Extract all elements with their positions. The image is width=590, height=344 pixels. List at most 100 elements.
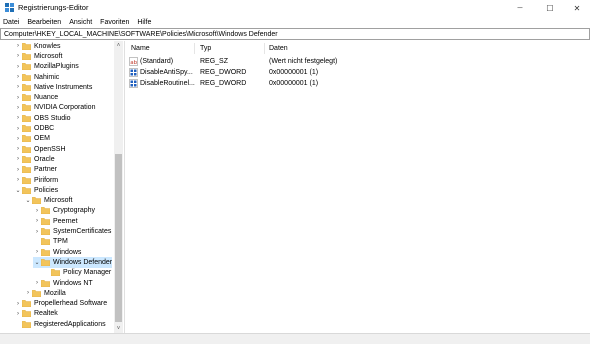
chevron-right-icon[interactable]: › [14, 309, 22, 319]
chevron-down-icon[interactable]: ⌄ [24, 196, 32, 206]
tree-item[interactable]: ⌄ Windows Defender [33, 257, 113, 268]
folder-icon [22, 186, 31, 194]
tree-item[interactable]: › Oracle [14, 154, 55, 164]
chevron-right-icon[interactable]: › [14, 134, 22, 144]
scroll-up-arrow-icon[interactable]: ˄ [114, 41, 123, 50]
tree-item[interactable]: › Nuance [14, 93, 58, 103]
chevron-right-icon[interactable]: › [14, 154, 22, 164]
chevron-right-icon[interactable]: › [14, 165, 22, 175]
tree-item[interactable]: ⌄ Policies [14, 185, 58, 195]
chevron-right-icon[interactable]: › [14, 113, 22, 123]
chevron-right-icon[interactable]: › [33, 247, 41, 257]
tree-item-label: Piriform [34, 176, 59, 184]
chevron-right-icon[interactable]: › [14, 72, 22, 82]
chevron-right-icon[interactable]: › [14, 51, 22, 61]
menu-view[interactable]: Ansicht [69, 19, 92, 26]
folder-icon [22, 52, 31, 60]
menu-edit[interactable]: Bearbeiten [27, 19, 61, 26]
value-type: REG_DWORD [200, 69, 247, 76]
tree-item[interactable]: › Peernet [33, 216, 78, 226]
value-name: DisableAntiSpy... [140, 69, 193, 76]
chevron-right-icon[interactable]: › [33, 206, 41, 216]
tree-item[interactable]: › Windows NT [33, 278, 93, 288]
tree-item-label: Nuance [34, 94, 59, 102]
column-separator[interactable] [194, 43, 195, 54]
chevron-right-icon[interactable]: › [14, 93, 22, 103]
chevron-right-icon[interactable]: › [33, 216, 41, 226]
folder-icon [22, 300, 31, 308]
chevron-right-icon[interactable]: › [14, 124, 22, 134]
tree-item[interactable]: › Knowles [14, 41, 60, 51]
tree-item[interactable]: › Partner [14, 165, 57, 175]
chevron-right-icon[interactable]: › [14, 62, 22, 72]
chevron-down-icon[interactable]: ⌄ [33, 257, 41, 267]
chevron-down-icon[interactable]: ⌄ [14, 185, 22, 195]
tree-item[interactable]: › Windows [33, 247, 81, 257]
column-separator[interactable] [264, 43, 265, 54]
address-bar[interactable]: Computer\HKEY_LOCAL_MACHINE\SOFTWARE\Pol… [0, 28, 590, 40]
tree-item[interactable]: › OEM [14, 134, 50, 144]
tree-item-label: Oracle [34, 155, 55, 163]
tree-item[interactable]: › Propellerhead Software [14, 299, 107, 309]
tree-item[interactable]: › OpenSSH [14, 144, 66, 154]
folder-icon [22, 125, 31, 133]
tree-item[interactable]: › Microsoft [14, 51, 62, 61]
chevron-right-icon[interactable]: › [14, 82, 22, 92]
menu-favorites[interactable]: Favoriten [100, 19, 129, 26]
chevron-right-icon[interactable]: › [33, 278, 41, 288]
folder-icon [22, 63, 31, 71]
tree-item[interactable]: TPM [33, 237, 68, 247]
tree-item[interactable]: › Mozilla [24, 288, 66, 298]
close-button[interactable]: ✕ [562, 0, 590, 16]
minimize-button[interactable]: ─ [505, 0, 535, 16]
tree-item[interactable]: › Realtek [14, 309, 58, 319]
folder-icon [22, 320, 31, 328]
chevron-right-icon[interactable]: › [14, 41, 22, 51]
menu-file[interactable]: Datei [3, 19, 19, 26]
tree-item[interactable]: › Native Instruments [14, 82, 92, 92]
folder-icon [51, 269, 60, 277]
chevron-right-icon[interactable]: › [14, 299, 22, 309]
tree-item-label: OEM [34, 135, 50, 143]
chevron-placeholder [43, 268, 51, 278]
tree-item[interactable]: Policy Manager [43, 268, 111, 278]
value-name: (Standard) [140, 58, 174, 65]
svg-text:ab: ab [130, 60, 137, 66]
tree-item[interactable]: › MozillaPlugins [14, 62, 79, 72]
tree-item-label: Mozilla [44, 289, 66, 297]
tree-item[interactable]: › OBS Studio [14, 113, 71, 123]
tree-item-label: TPM [53, 238, 68, 246]
tree-item[interactable]: › Nahimic [14, 72, 59, 82]
maximize-button[interactable]: ☐ [535, 0, 565, 16]
scroll-down-arrow-icon[interactable]: ˅ [114, 324, 123, 333]
tree-item[interactable]: ⌄ Microsoft [24, 196, 72, 206]
maximize-icon: ☐ [546, 3, 554, 13]
tree-item[interactable]: › SystemCertificates [33, 226, 111, 236]
tree-item[interactable]: RegisteredApplications [14, 319, 106, 329]
chevron-right-icon[interactable]: › [14, 103, 22, 113]
menu-help[interactable]: Hilfe [137, 19, 151, 26]
chevron-right-icon[interactable]: › [14, 175, 22, 185]
folder-icon [22, 145, 31, 153]
chevron-right-icon[interactable]: › [24, 288, 32, 298]
folder-icon [22, 114, 31, 122]
column-header-type[interactable]: Typ [200, 43, 211, 54]
value-row[interactable]: DisableRoutinel... REG_DWORD 0x00000001 (1… [129, 78, 529, 89]
scrollbar-thumb[interactable] [115, 154, 122, 322]
chevron-right-icon[interactable]: › [33, 227, 41, 237]
minimize-icon: ─ [517, 4, 523, 12]
tree-item[interactable]: › NVIDIA Corporation [14, 103, 95, 113]
column-header-data[interactable]: Daten [269, 43, 288, 54]
value-row[interactable]: DisableAntiSpy... REG_DWORD 0x00000001 (1) [129, 67, 529, 78]
tree-item[interactable]: › Cryptography [33, 206, 95, 216]
tree-scrollbar[interactable]: ˄ ˅ [114, 41, 123, 333]
chevron-right-icon[interactable]: › [14, 144, 22, 154]
value-row[interactable]: ab (Standard) REG_SZ (Wert nicht festgelegt… [129, 56, 529, 67]
tree-item[interactable]: › Piriform [14, 175, 58, 185]
folder-icon [32, 289, 41, 297]
column-header-name[interactable]: Name [131, 43, 150, 54]
binary-value-icon [129, 68, 138, 77]
title-bar: Registrierungs-Editor ─ ☐ ✕ [0, 0, 590, 16]
tree-item[interactable]: › ODBC [14, 123, 54, 133]
folder-icon [32, 197, 41, 205]
